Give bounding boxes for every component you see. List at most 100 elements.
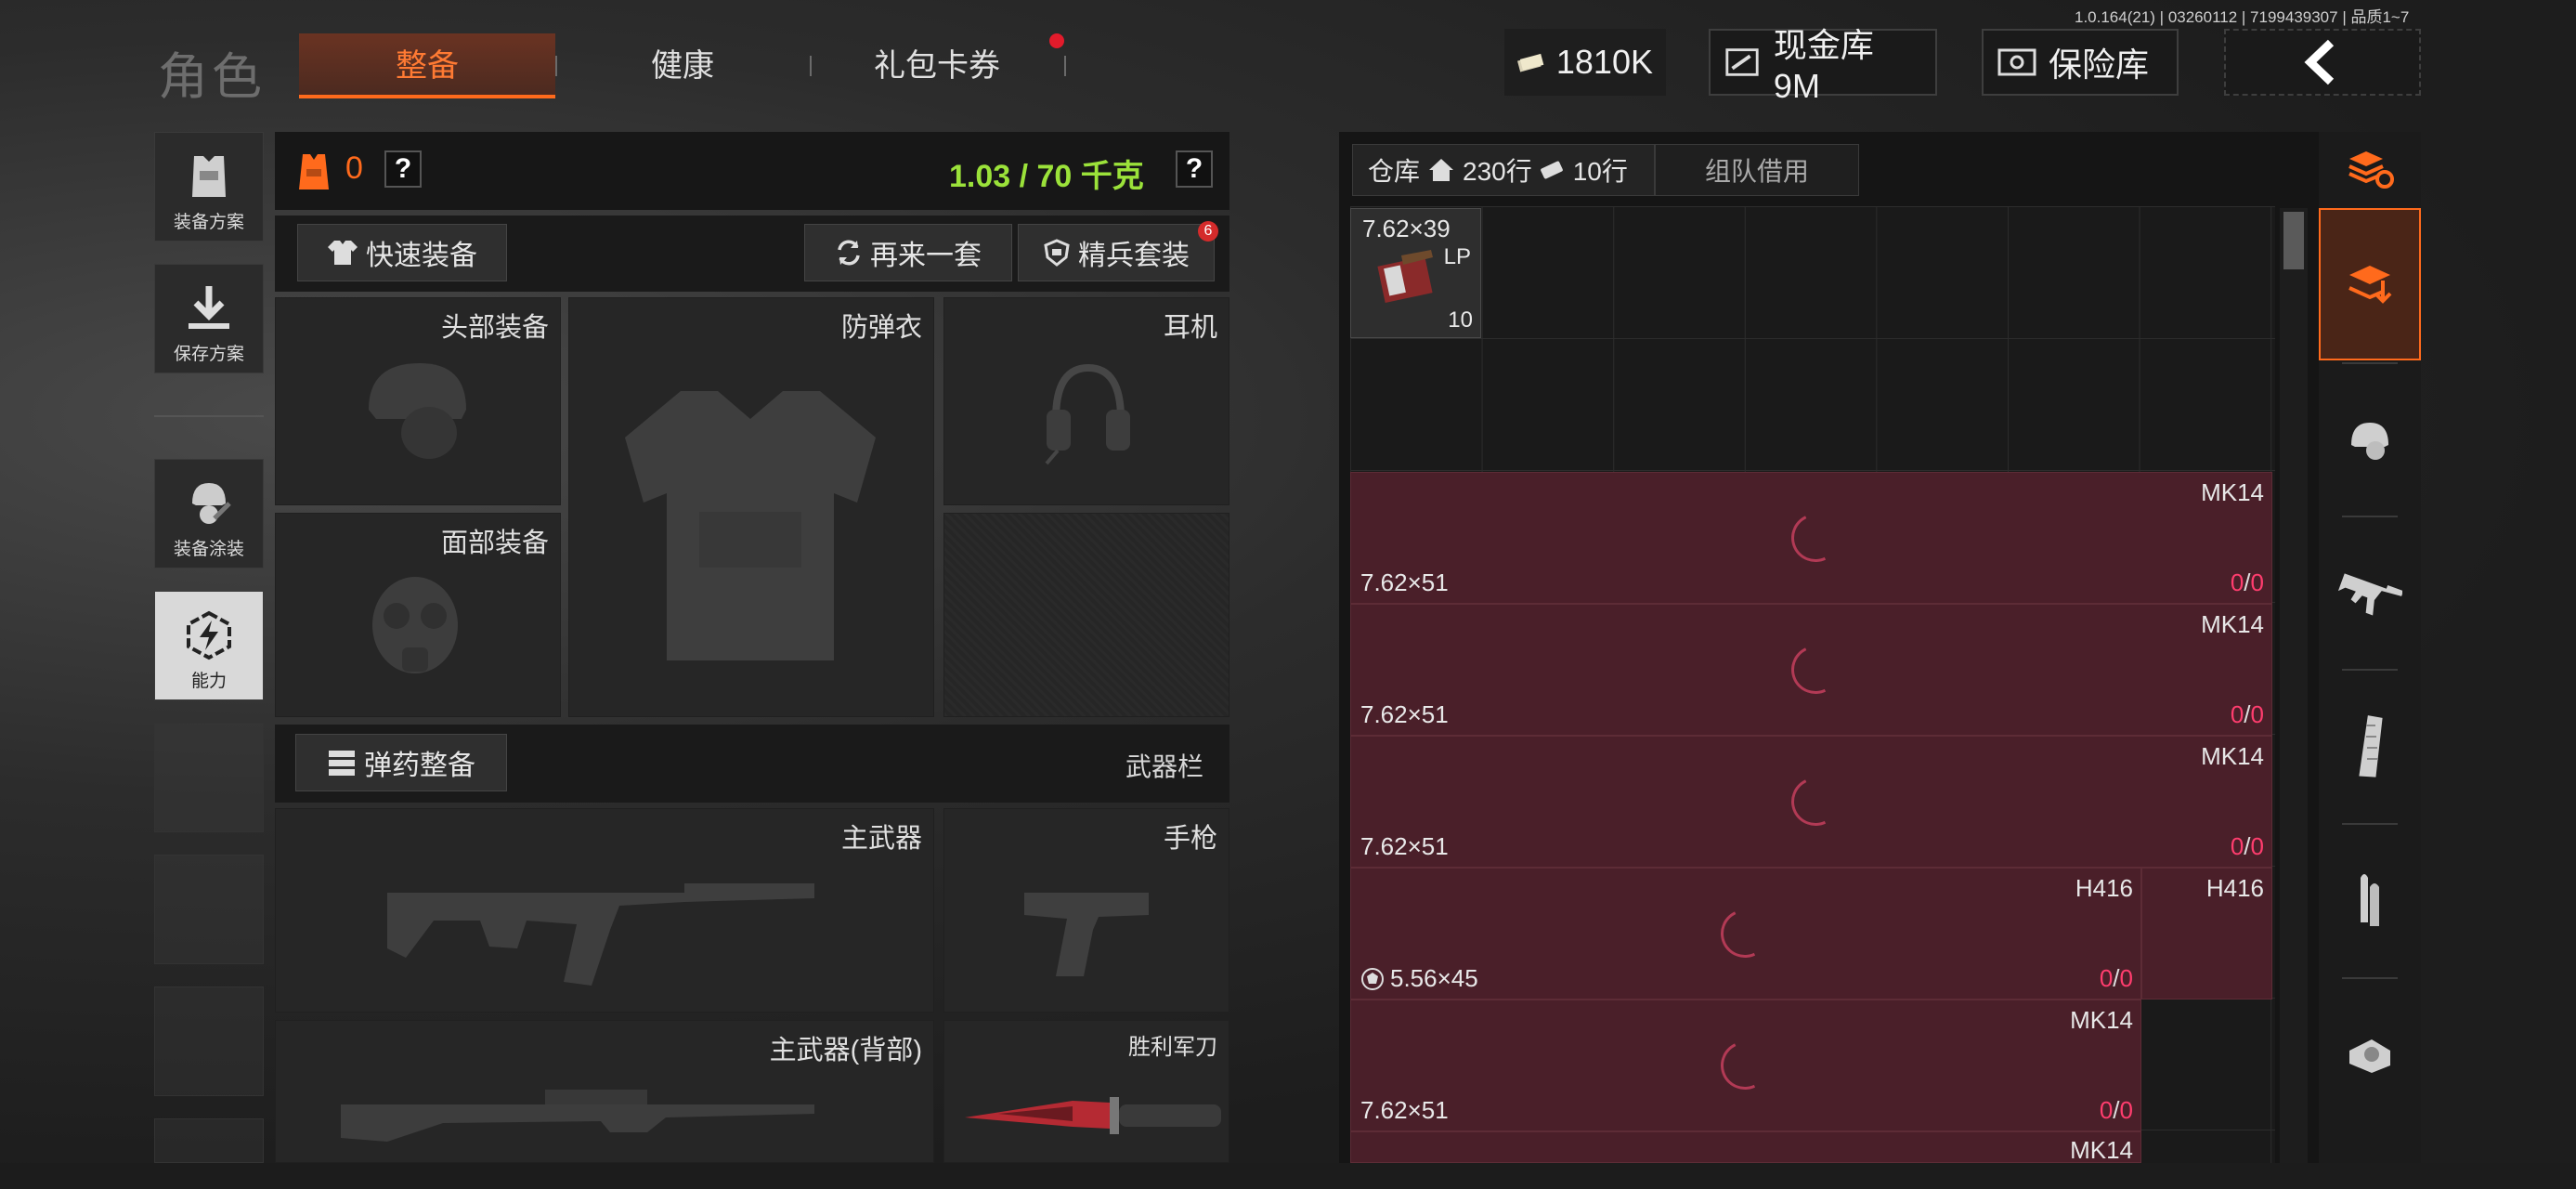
weapon-caliber: 7.62×51 <box>1360 568 1449 596</box>
cash-vault-button[interactable]: 现金库 9M <box>1709 26 1937 105</box>
lightning-hex-icon <box>187 610 231 660</box>
ammo-prep-button[interactable]: 弹药整备 <box>295 734 507 791</box>
weapon-ammo-count: 0/0 <box>2230 832 2264 860</box>
weapon-caliber: 5.56×45 <box>1390 964 1478 992</box>
backpack-icon <box>299 154 329 189</box>
cash-vault-label: 现金库 9M <box>1773 26 1874 105</box>
sort-layers-button[interactable] <box>2319 132 2421 206</box>
warehouse-weapon-item[interactable]: H416 <box>2141 868 2272 1000</box>
head-gear-label: 头部装备 <box>440 313 549 343</box>
headset-slot[interactable]: 耳机 <box>943 297 1229 505</box>
pistol-label: 手枪 <box>1163 824 1217 854</box>
warehouse-tabs: 仓库 230行 10行 组队借用 <box>1352 144 1859 196</box>
head-gear-slot[interactable]: 头部装备 <box>275 297 561 505</box>
capacity-count: 0 <box>2119 1096 2133 1124</box>
ammo-item-cell[interactable]: 7.62×39 LP 10 <box>1350 208 1481 338</box>
count-help-icon[interactable]: ? <box>384 150 422 188</box>
vault-icon <box>1725 48 1759 76</box>
back-button[interactable] <box>2224 29 2421 96</box>
warehouse-weapon-item[interactable]: MK14 7.62×51 0/0 <box>1350 736 2272 868</box>
capacity-count: 0 <box>2119 964 2133 992</box>
weapon-caliber-row: 5.56×45 <box>1360 964 1478 993</box>
knife-label: 胜利军刀 <box>1128 1035 1217 1060</box>
weapon-name: MK14 <box>2201 478 2264 506</box>
currency-display[interactable]: 1810K <box>1504 29 1666 96</box>
loadout-plan-button[interactable]: 装备方案 <box>154 132 264 242</box>
primary-weapon-label: 主武器 <box>840 824 922 854</box>
filter-ammo-button[interactable] <box>2319 825 2421 977</box>
capacity-count: 0 <box>2250 568 2264 596</box>
ability-button[interactable]: 能力 <box>154 591 264 700</box>
crest-icon <box>1361 967 1384 990</box>
filter-weapons-button[interactable] <box>2319 517 2421 670</box>
vest-icon <box>192 156 226 197</box>
primary-weapon-slot[interactable]: 主武器 <box>275 808 934 1013</box>
currency-amount: 1810K <box>1555 43 1653 81</box>
weapon-caliber: 7.62×51 <box>1360 832 1449 860</box>
warehouse-weapon-item[interactable]: MK14 7.62×51 0/0 <box>1350 472 2272 604</box>
filter-gear-button[interactable] <box>2319 364 2421 516</box>
warehouse-tab-label: 仓库 <box>1368 157 1421 186</box>
warehouse-scrollbar[interactable] <box>2280 208 2308 1183</box>
safe-button[interactable]: 保险库 <box>1982 29 2179 96</box>
weapons-bar-label: 武器栏 <box>1125 752 1204 781</box>
safe-label: 保险库 <box>2049 46 2150 84</box>
weight-help-icon[interactable]: ? <box>1176 150 1213 188</box>
ammo-box-icon <box>1377 250 1433 303</box>
weapon-ammo-count: 0/0 <box>2230 700 2264 728</box>
elite-kit-button[interactable]: 精兵套装 <box>1018 224 1215 281</box>
warehouse-weapon-item[interactable]: MK14 7.62×51 0/0 <box>1350 604 2272 736</box>
knife-slot[interactable]: 胜利军刀 <box>943 1020 1229 1163</box>
filter-magazines-button[interactable] <box>2319 671 2421 823</box>
tab-gift-coupons[interactable]: 礼包卡券 <box>812 33 1062 98</box>
shirt-icon <box>328 241 358 265</box>
weapon-name: MK14 <box>2201 610 2264 638</box>
scrollbar-thumb[interactable] <box>2283 212 2304 269</box>
loading-spinner-icon <box>1713 902 1776 965</box>
loadout-plan-label: 装备方案 <box>173 213 244 232</box>
item-count: 0 <box>345 150 363 186</box>
empty-rail-slot <box>154 855 264 964</box>
page-title: 角色 <box>158 49 266 105</box>
save-plan-label: 保存方案 <box>173 345 244 364</box>
bullets-icon <box>2361 874 2379 926</box>
tab-team-borrow[interactable]: 组队借用 <box>1655 144 1859 196</box>
weapon-ammo-count: 0/0 <box>2230 568 2264 596</box>
chevron-left-icon <box>2304 39 2335 85</box>
sniper-rifle-icon <box>341 1090 814 1142</box>
magazine-icon <box>2359 715 2383 777</box>
armor-vest-icon <box>625 391 876 660</box>
filter-attachments-button[interactable] <box>2319 979 2421 1131</box>
warehouse-weapon-item[interactable]: MK14 7.62×51 0/0 <box>1350 1000 2141 1131</box>
filter-all-button[interactable] <box>2319 208 2421 360</box>
back-primary-weapon-slot[interactable]: 主武器(背部) <box>275 1020 934 1163</box>
save-plan-button[interactable]: 保存方案 <box>154 264 264 373</box>
quick-equip-button[interactable]: 快速装备 <box>297 224 507 281</box>
gas-mask-icon <box>372 577 458 673</box>
tab-equip[interactable]: 整备 <box>299 33 555 98</box>
rail-divider <box>154 415 264 417</box>
loading-spinner-icon <box>1784 770 1847 833</box>
pistol-slot[interactable]: 手枪 <box>943 808 1229 1013</box>
combat-knife-icon <box>965 1097 1221 1134</box>
loaded-count: 0 <box>2099 964 2114 992</box>
tab-health[interactable]: 健康 <box>557 33 808 98</box>
tab-warehouse[interactable]: 仓库 230行 10行 <box>1352 144 1655 196</box>
layers-refresh-icon <box>2348 151 2394 189</box>
body-armor-slot[interactable]: 防弹衣 <box>568 297 934 717</box>
scope-icon <box>2349 1039 2390 1073</box>
warehouse-weapon-item[interactable]: H416 5.56×45 0/0 <box>1350 868 2141 1000</box>
ammo-prep-label: 弹药整备 <box>364 751 475 781</box>
face-gear-slot[interactable]: 面部装备 <box>275 513 561 717</box>
equip-again-button[interactable]: 再来一套 <box>804 224 1012 281</box>
equip-again-label: 再来一套 <box>870 241 982 271</box>
warehouse-weapon-item[interactable]: MK14 <box>1350 1131 2141 1164</box>
helmet-icon <box>2351 423 2388 460</box>
weight-readout: 1.03 / 70 千克 <box>949 159 1144 194</box>
headset-label: 耳机 <box>1163 313 1217 343</box>
bottom-bar <box>0 1163 2576 1189</box>
weapon-ammo-count: 0/0 <box>2099 1096 2133 1124</box>
gear-skin-button[interactable]: 装备涂装 <box>154 459 264 568</box>
warehouse-rows: 230行 <box>1463 157 1532 186</box>
cash-icon <box>1517 53 1544 72</box>
